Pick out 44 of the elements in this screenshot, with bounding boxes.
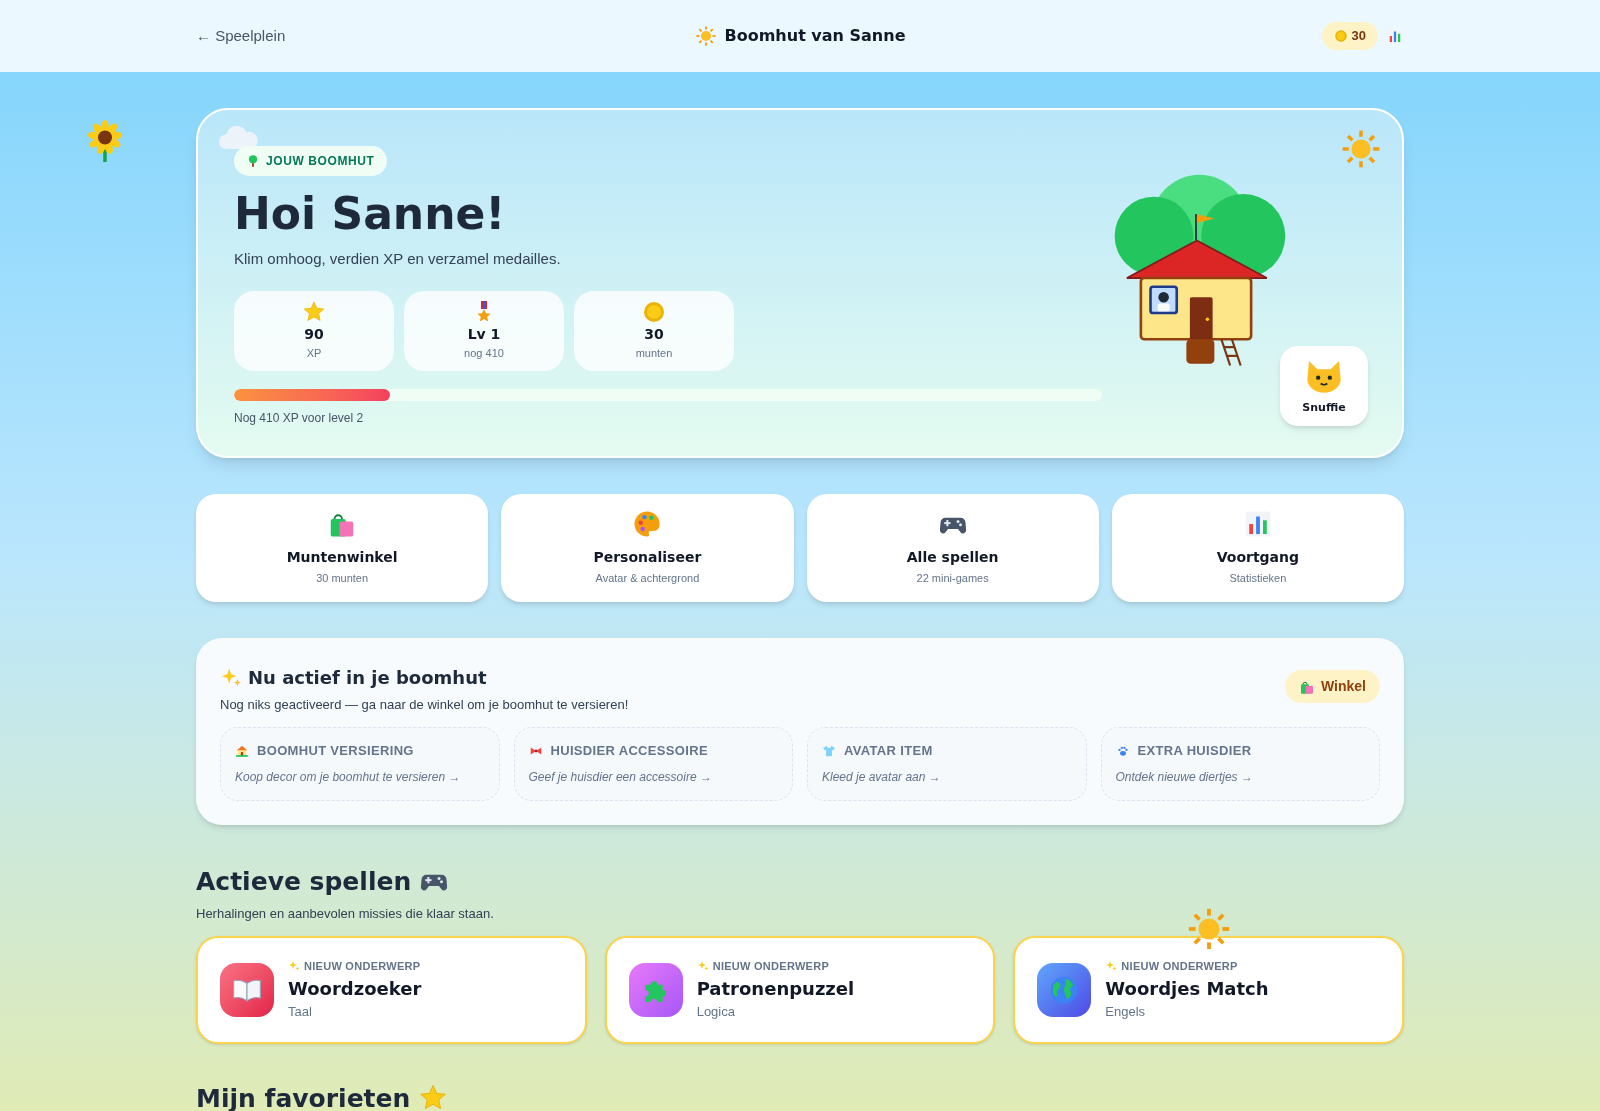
cloud-icon xyxy=(218,126,260,152)
games-subtitle: Herhalingen en aanbevolen missies die klaar staan. xyxy=(196,905,495,923)
stat-label: XP xyxy=(306,345,322,361)
star-icon xyxy=(302,299,326,324)
sparkle-icon xyxy=(288,960,300,973)
favorites-heading: Mijn favorieten xyxy=(196,1082,411,1111)
shortcut-card[interactable]: Voortgang Statistieken xyxy=(1111,494,1404,602)
star-icon xyxy=(418,1083,449,1111)
house-icon xyxy=(235,743,249,758)
coin-counter: 30 xyxy=(1321,22,1378,50)
shirt-icon xyxy=(822,743,836,758)
page-title: Boomhut van Sanne xyxy=(724,25,906,47)
empty-slot-card[interactable]: HUISDIER ACCESSOIRE Geef je huisdier een accessoire → xyxy=(513,726,793,801)
progress-caption: Nog 410 XP voor level 2 xyxy=(234,409,365,427)
game-card[interactable]: NIEUW ONDERWERP Woordjes Match Engels xyxy=(1013,935,1404,1044)
coin-icon xyxy=(642,299,666,324)
sun-icon xyxy=(694,25,717,47)
empty-slot-card[interactable]: AVATAR ITEM Kleed je avatar aan → xyxy=(807,726,1087,801)
shortcut-card[interactable]: Alle spellen 22 mini-games xyxy=(806,494,1099,602)
shortcut-card[interactable]: Personaliseer Avatar & achtergrond xyxy=(501,494,794,602)
hero-subtitle: Klim omhoog, verdien XP en verzamel medailles. xyxy=(234,249,562,269)
bar-chart-icon xyxy=(1386,27,1404,45)
sparkle-icon xyxy=(1105,960,1118,973)
shortcut-card[interactable]: Muntenwinkel 30 munten xyxy=(196,494,489,602)
shop-button[interactable]: Winkel xyxy=(1285,670,1380,703)
stat-label: munten xyxy=(635,345,673,361)
empty-slot-card[interactable]: EXTRA HUISDIER Ontdek nieuwe diertjes → xyxy=(1100,726,1380,801)
stat-value: 30 xyxy=(644,324,664,344)
games-heading: Actieve spellen xyxy=(196,865,412,898)
stat-value: Lv 1 xyxy=(467,324,501,344)
coin-icon xyxy=(1333,29,1348,43)
active-heading: Nu actief in je boomhut xyxy=(248,666,487,690)
pet-name: Snuffie xyxy=(1302,399,1346,416)
game-card[interactable]: NIEUW ONDERWERP Woordzoeker Taal xyxy=(196,935,587,1044)
active-subtitle: Nog niks geactiveerd — ga naar de winkel om je boomhut te versieren! xyxy=(220,696,629,714)
tree-icon xyxy=(246,154,260,168)
sun-icon xyxy=(1340,128,1382,170)
back-link[interactable]: ← Speelplein xyxy=(196,24,286,48)
empty-slot-card[interactable]: BOOMHUT VERSIERING Koop decor om je boomhut te versieren → xyxy=(220,726,500,801)
game-card[interactable]: NIEUW ONDERWERP Patronenpuzzel Logica xyxy=(604,935,996,1044)
section-badge: JOUW BOOMHUT xyxy=(234,146,387,176)
stat-value: 90 xyxy=(304,324,324,344)
greeting-heading: Hoi Sanne! xyxy=(234,192,507,236)
stat-label: nog 410 xyxy=(464,345,504,361)
